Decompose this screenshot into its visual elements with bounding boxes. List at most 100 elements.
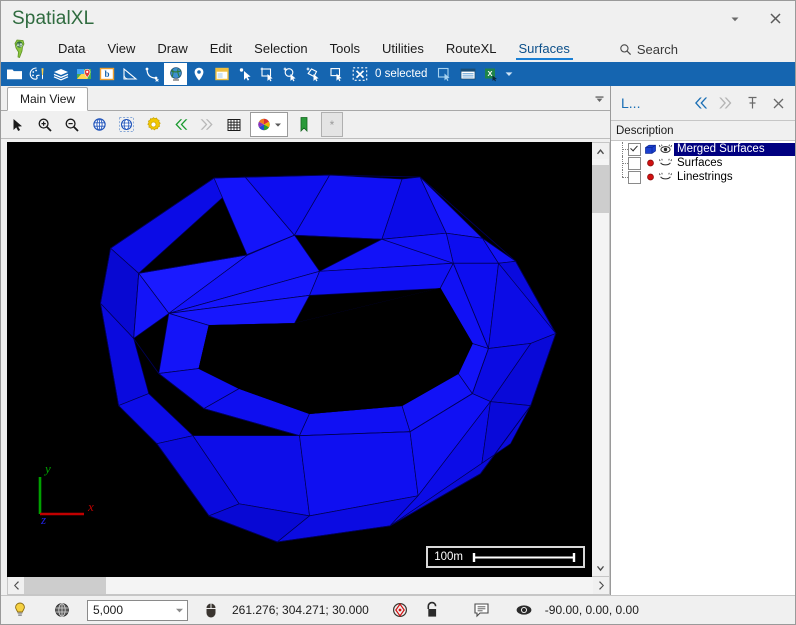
favorite-star-button[interactable]: * — [321, 112, 343, 137]
menu-item-routexl[interactable]: RouteXL — [435, 38, 508, 60]
select-arrow-button[interactable] — [5, 113, 31, 136]
toolbar-overflow-button[interactable] — [502, 63, 516, 85]
color-palette-button[interactable] — [250, 112, 288, 137]
zoom-out-button[interactable] — [59, 113, 85, 136]
view-settings-button[interactable] — [140, 113, 166, 136]
svg-text:b: b — [104, 69, 109, 79]
message-log-button[interactable] — [467, 598, 497, 622]
open-folder-button[interactable] — [3, 63, 26, 85]
clear-selection-button[interactable] — [348, 63, 371, 85]
hidden-eye-icon[interactable] — [659, 171, 672, 184]
panel-forward-button[interactable] — [713, 90, 739, 116]
tab-main-view[interactable]: Main View — [7, 87, 89, 111]
zoom-to-extent-button[interactable] — [86, 113, 112, 136]
previous-view-button[interactable] — [167, 113, 193, 136]
menu-search-box[interactable]: Search — [611, 39, 686, 60]
tree-checkbox-merged-surfaces[interactable] — [628, 142, 641, 156]
map-view-button[interactable] — [72, 63, 95, 85]
tree-checkbox-linestrings[interactable] — [628, 170, 641, 184]
view-rotation-button[interactable] — [509, 598, 539, 622]
grid-icon — [227, 118, 241, 131]
layers-tree[interactable]: Merged Surfaces Surfaces Linestrings — [611, 141, 795, 595]
scroll-down-button[interactable] — [592, 560, 609, 576]
scale-bar: 100m — [426, 546, 585, 568]
table-view-button[interactable] — [456, 63, 479, 85]
horizontal-scroll-track[interactable] — [24, 577, 593, 594]
snap-mode-button[interactable] — [385, 598, 415, 622]
menu-item-edit[interactable]: Edit — [199, 38, 243, 60]
menu-item-surfaces[interactable]: Surfaces — [508, 38, 581, 60]
menu-item-selection[interactable]: Selection — [243, 38, 318, 60]
viewport-vertical-scrollbar[interactable] — [592, 142, 610, 577]
app-title: SpatialXL — [12, 7, 95, 29]
hint-toggle-button[interactable] — [5, 598, 35, 622]
app-logo-icon[interactable]: AB — [9, 38, 31, 60]
measure-button[interactable] — [118, 63, 141, 85]
palette-brush-icon — [29, 67, 43, 80]
menu-item-draw[interactable]: Draw — [146, 38, 198, 60]
view-toolbar: * — [1, 111, 610, 139]
scale-combobox[interactable]: 5,000 — [87, 599, 188, 621]
boundary-button[interactable]: b — [95, 63, 118, 85]
viewport-container: y x z 100m — [1, 139, 610, 577]
next-view-button[interactable] — [194, 113, 220, 136]
globe-view-button[interactable] — [164, 63, 187, 85]
delete-curve-button[interactable] — [141, 63, 164, 85]
tab-overflow-button[interactable] — [588, 88, 610, 110]
cursor-mode-button[interactable] — [196, 598, 226, 622]
panel-pin-button[interactable] — [739, 90, 765, 116]
svg-text:AB: AB — [16, 42, 22, 47]
zoom-in-button[interactable] — [32, 113, 58, 136]
bookmark-button[interactable] — [291, 113, 317, 136]
tree-item-merged-surfaces[interactable]: Merged Surfaces — [611, 142, 795, 156]
export-excel-button[interactable]: X — [479, 63, 502, 85]
scroll-left-button[interactable] — [8, 577, 24, 594]
crop-select-button[interactable] — [325, 63, 348, 85]
vertical-scroll-thumb[interactable] — [592, 165, 609, 213]
menu-item-view[interactable]: View — [96, 38, 146, 60]
toggle-grid-button[interactable] — [221, 113, 247, 136]
close-window-button[interactable] — [755, 4, 795, 34]
panel-close-button[interactable] — [765, 90, 791, 116]
layers-icon — [53, 69, 68, 81]
tree-guide-line — [619, 142, 628, 156]
globe-icon — [169, 66, 182, 81]
tree-checkbox-surfaces[interactable] — [628, 156, 641, 170]
scroll-up-button[interactable] — [592, 143, 609, 159]
layers-button[interactable] — [49, 63, 72, 85]
duplicate-selection-button[interactable] — [433, 63, 456, 85]
chevron-down-icon[interactable] — [171, 602, 187, 619]
circle-select-button[interactable] — [279, 63, 302, 85]
zoom-to-layer-button[interactable] — [113, 113, 139, 136]
point-select-button[interactable] — [233, 63, 256, 85]
search-icon — [620, 43, 631, 55]
export-excel-icon: X — [484, 68, 497, 82]
scroll-right-button[interactable] — [593, 577, 609, 594]
window-menu-dropdown-button[interactable] — [715, 4, 755, 34]
viewport-horizontal-scrollbar[interactable] — [7, 577, 610, 595]
page-layout-button[interactable] — [210, 63, 233, 85]
polygon-select-button[interactable] — [302, 63, 325, 85]
vertical-scroll-track[interactable] — [592, 159, 609, 560]
tree-item-label: Linestrings — [677, 170, 733, 183]
main-toolbar: b 0 selected X — [1, 62, 795, 86]
menu-item-utilities[interactable]: Utilities — [371, 38, 435, 60]
tree-item-linestrings[interactable]: Linestrings — [611, 170, 795, 184]
add-location-button[interactable] — [187, 63, 210, 85]
style-palette-button[interactable] — [26, 63, 49, 85]
panel-back-button[interactable] — [687, 90, 713, 116]
projection-button[interactable] — [47, 598, 77, 622]
tree-item-surfaces[interactable]: Surfaces — [611, 156, 795, 170]
menu-item-tools[interactable]: Tools — [319, 38, 371, 60]
3d-viewport[interactable]: y x z 100m — [7, 142, 592, 577]
horizontal-scroll-thumb[interactable] — [24, 577, 106, 594]
axis-label-z: z — [40, 512, 46, 524]
polygon-select-icon — [306, 67, 319, 82]
hidden-eye-icon[interactable] — [659, 157, 672, 170]
lock-toggle-button[interactable] — [417, 598, 447, 622]
visible-eye-icon[interactable] — [659, 143, 672, 156]
application-window: SpatialXL AB Data View Draw Edit Selecti… — [0, 0, 796, 625]
mouse-icon — [206, 603, 216, 617]
menu-item-data[interactable]: Data — [47, 38, 96, 60]
rectangle-select-button[interactable] — [256, 63, 279, 85]
